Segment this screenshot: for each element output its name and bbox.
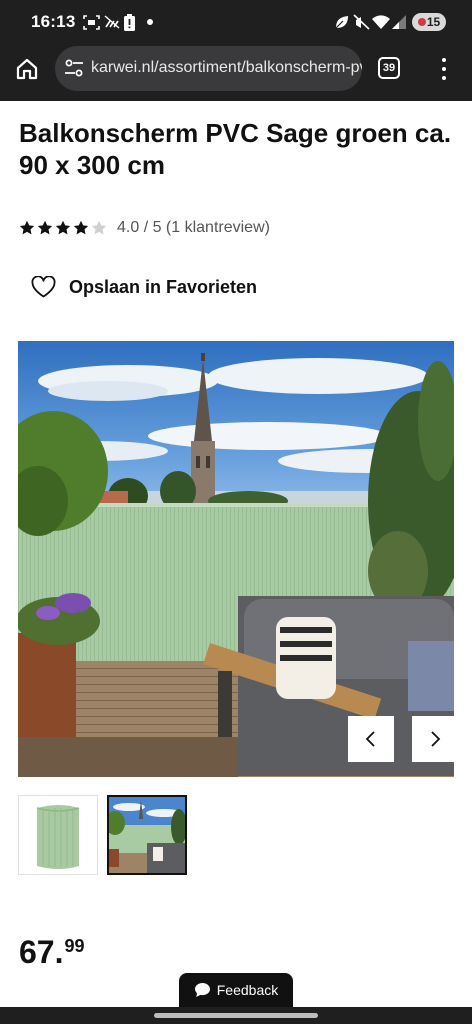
status-bar: 16:13 15 [0,0,472,44]
wifi-icon [372,13,390,31]
home-icon[interactable] [14,56,44,86]
address-bar[interactable]: karwei.nl/assortiment/balkonscherm-pvc [55,46,362,91]
tabs-icon[interactable]: 39 [378,57,400,79]
chat-bubble-icon [194,983,210,997]
product-image[interactable] [18,341,454,777]
feedback-label: Feedback [216,982,279,998]
screenshot-icon [82,13,100,31]
site-settings-icon[interactable] [64,58,84,78]
star-icon [73,220,89,235]
battery-indicator: 15 [412,13,446,31]
browser-toolbar: karwei.nl/assortiment/balkonscherm-pvc 3… [0,44,472,101]
save-favorite-button[interactable]: Opslaan in Favorieten [31,274,257,300]
product-price: 67. 99 [19,934,85,974]
rolled-screen-thumbnail [19,796,97,874]
heart-icon [31,276,56,298]
balcony-photo-thumbnail [109,797,185,873]
star-icon [19,220,35,235]
status-time: 16:13 [31,12,76,31]
favorite-label: Opslaan in Favorieten [69,276,258,297]
signal-icon [392,13,406,31]
price-integer: 67. [19,934,64,970]
feedback-button[interactable]: Feedback [179,973,293,1007]
balcony-photo [18,341,454,777]
chevron-left-icon [365,731,375,747]
star-icon [91,220,107,235]
mute-icon [352,13,370,31]
dot-icon [146,13,154,31]
leaf-icon [333,13,349,31]
rating-stars [19,220,107,236]
no-sim-icon [104,13,120,31]
url-text: karwei.nl/assortiment/balkonscherm-pvc [91,59,362,76]
previous-image-button[interactable] [348,716,394,762]
chevron-right-icon [431,731,441,747]
home-gesture-handle[interactable] [154,1013,318,1018]
battery-alert-icon [123,13,135,31]
price-decimals: 99 [64,936,85,956]
star-icon [55,220,71,235]
thumbnail-rolled-screen[interactable] [18,795,98,875]
product-title: Balkonscherm PVC Sage groen ca. 90 x 300… [19,118,452,180]
rating-text: 4.0 / 5 (1 klantreview) [117,219,270,236]
star-icon [37,220,53,235]
battery-saver-icon [417,18,426,26]
next-image-button[interactable] [412,716,454,762]
gesture-nav-bar [0,1007,472,1024]
thumbnail-balcony[interactable] [107,795,187,875]
battery-level: 15 [426,15,441,29]
more-vert-icon[interactable] [434,56,454,82]
product-rating[interactable]: 4.0 / 5 (1 klantreview) [19,218,270,238]
